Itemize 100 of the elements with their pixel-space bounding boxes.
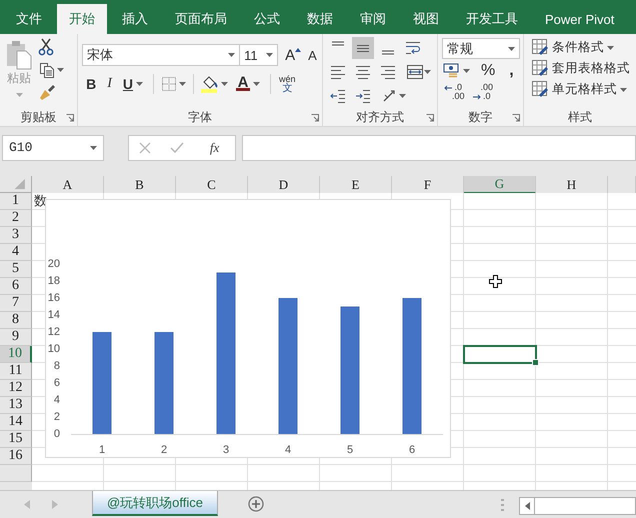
row-header[interactable]: 12 — [0, 380, 32, 397]
y-tick-label: 20 — [48, 258, 60, 270]
caret-icon — [424, 70, 430, 74]
x-tick-label: 1 — [98, 444, 106, 456]
left-arrow-icon — [444, 84, 452, 92]
align-top-icon — [331, 41, 345, 46]
row-header[interactable]: 3 — [0, 227, 32, 244]
ribbon-tab[interactable]: 视图 — [401, 4, 451, 34]
check-icon[interactable] — [170, 142, 184, 154]
cell-grid[interactable]: 数 0 2 4 6 8 10 12 14 16 18 20 1 2 3 4 5 6 — [32, 193, 636, 490]
copy-button[interactable] — [38, 61, 65, 79]
row-header[interactable]: 2 — [0, 210, 32, 227]
caret-icon — [398, 94, 406, 98]
styles-menu-button[interactable]: 套用表格格式 — [530, 59, 632, 78]
font-color-button[interactable]: A — [232, 78, 264, 90]
dialog-launcher-icon[interactable] — [512, 114, 520, 122]
ribbon-tab[interactable]: 审阅 — [348, 4, 398, 34]
up-arrow-icon — [295, 48, 302, 52]
row-header[interactable]: 13 — [0, 397, 32, 414]
dialog-launcher-icon[interactable] — [66, 114, 74, 122]
scroll-left-icon[interactable] — [524, 502, 530, 510]
row-header[interactable]: 5 — [0, 261, 32, 278]
currency-button[interactable] — [442, 62, 471, 80]
y-tick-label: 6 — [54, 377, 60, 389]
formula-input[interactable] — [242, 134, 636, 160]
ribbon-tab[interactable]: 插入 — [110, 4, 160, 34]
decrease-decimal-button[interactable]: .00 .0 — [470, 83, 496, 101]
sheet-tab[interactable]: @玩转职场office — [92, 491, 218, 516]
ribbon-tab[interactable]: 开始 — [57, 4, 107, 34]
phonetic-button[interactable]: wén 文 — [277, 74, 298, 94]
horizontal-scrollbar[interactable] — [519, 497, 636, 515]
y-tick-label: 0 — [54, 428, 60, 440]
table-style-icon — [532, 81, 549, 98]
y-tick-label: 12 — [48, 326, 60, 338]
caret-icon — [16, 93, 22, 97]
y-tick-label: 10 — [48, 343, 60, 355]
row-header[interactable]: 7 — [0, 295, 32, 312]
x-tick-label: 6 — [408, 444, 416, 456]
caret-icon — [221, 82, 228, 86]
align-right-icon — [379, 63, 397, 81]
splitter-handle-icon[interactable] — [501, 499, 504, 511]
add-sheet-icon[interactable] — [248, 496, 264, 512]
dialog-launcher-icon[interactable] — [311, 114, 319, 122]
number-format-field[interactable]: 常规 — [442, 38, 520, 59]
group-label: 数字 — [438, 108, 523, 126]
increase-decimal-button[interactable]: .0 .00 — [442, 83, 467, 101]
caret-icon — [136, 82, 144, 86]
table-style-icon — [532, 60, 549, 77]
dialog-launcher-icon[interactable] — [426, 114, 434, 122]
insert-function-button[interactable]: fx — [204, 138, 226, 156]
italic-button[interactable]: I — [103, 76, 116, 92]
align-middle-button[interactable] — [352, 37, 374, 59]
scissors-icon[interactable] — [38, 38, 54, 56]
comma-button[interactable]: , — [505, 62, 518, 80]
row-header[interactable]: 1 — [0, 193, 32, 210]
chart-area[interactable]: 0 2 4 6 8 10 12 14 16 18 20 1 2 3 4 5 6 — [45, 199, 451, 458]
row-header[interactable]: 4 — [0, 244, 32, 261]
ribbon-tab[interactable]: 数据 — [295, 4, 345, 34]
underline-button[interactable]: U — [118, 76, 148, 92]
shrink-font-button[interactable]: A — [308, 48, 317, 62]
x-tick-label: 2 — [160, 444, 168, 456]
ribbon-tab[interactable]: 开发工具 — [454, 4, 530, 34]
bold-button[interactable]: B — [82, 76, 100, 92]
ribbon-tab[interactable]: 公式 — [242, 4, 292, 34]
row-header[interactable]: 15 — [0, 431, 32, 448]
styles-menu-button[interactable]: 单元格样式 — [530, 80, 632, 99]
caret-icon — [57, 68, 64, 72]
y-tick-label: 16 — [48, 292, 60, 304]
row-header[interactable]: 8 — [0, 312, 32, 329]
right-arrow-icon — [472, 92, 481, 100]
ribbon-tab[interactable]: 页面布局 — [163, 4, 239, 34]
caret-icon — [179, 82, 186, 86]
align-left-icon — [329, 63, 347, 81]
row-header[interactable]: 9 — [0, 329, 32, 346]
caret-icon — [266, 53, 274, 57]
brush-icon[interactable] — [38, 84, 56, 100]
ribbon-tab[interactable]: Power Pivot — [533, 4, 626, 34]
column-header[interactable]: G — [464, 176, 536, 194]
group-label: 对齐方式 — [323, 108, 437, 126]
row-header[interactable]: 10 — [0, 346, 32, 363]
row-header[interactable]: 11 — [0, 363, 32, 380]
borders-button[interactable] — [160, 75, 188, 93]
grow-font-button[interactable]: A — [281, 46, 306, 64]
percent-button[interactable]: % — [477, 62, 500, 80]
group-label: 样式 — [567, 108, 593, 126]
name-box[interactable]: G10 — [2, 134, 104, 160]
active-cell[interactable] — [463, 345, 537, 364]
row-header[interactable]: 16 — [0, 448, 32, 465]
align-center-icon — [354, 63, 372, 81]
fill-color-button[interactable] — [200, 74, 230, 94]
font-size-field[interactable]: 11 — [239, 44, 278, 66]
cursor-icon — [489, 275, 503, 289]
row-header[interactable]: 6 — [0, 278, 32, 295]
font-name-field[interactable]: 宋体 — [82, 44, 240, 66]
styles-menu-button[interactable]: 条件格式 — [530, 38, 632, 57]
ribbon-tab[interactable]: 文件 — [4, 4, 54, 34]
caret-icon — [253, 82, 260, 86]
y-tick-label: 4 — [54, 394, 60, 406]
group-label: 字体 — [78, 108, 322, 126]
row-header[interactable]: 14 — [0, 414, 32, 431]
